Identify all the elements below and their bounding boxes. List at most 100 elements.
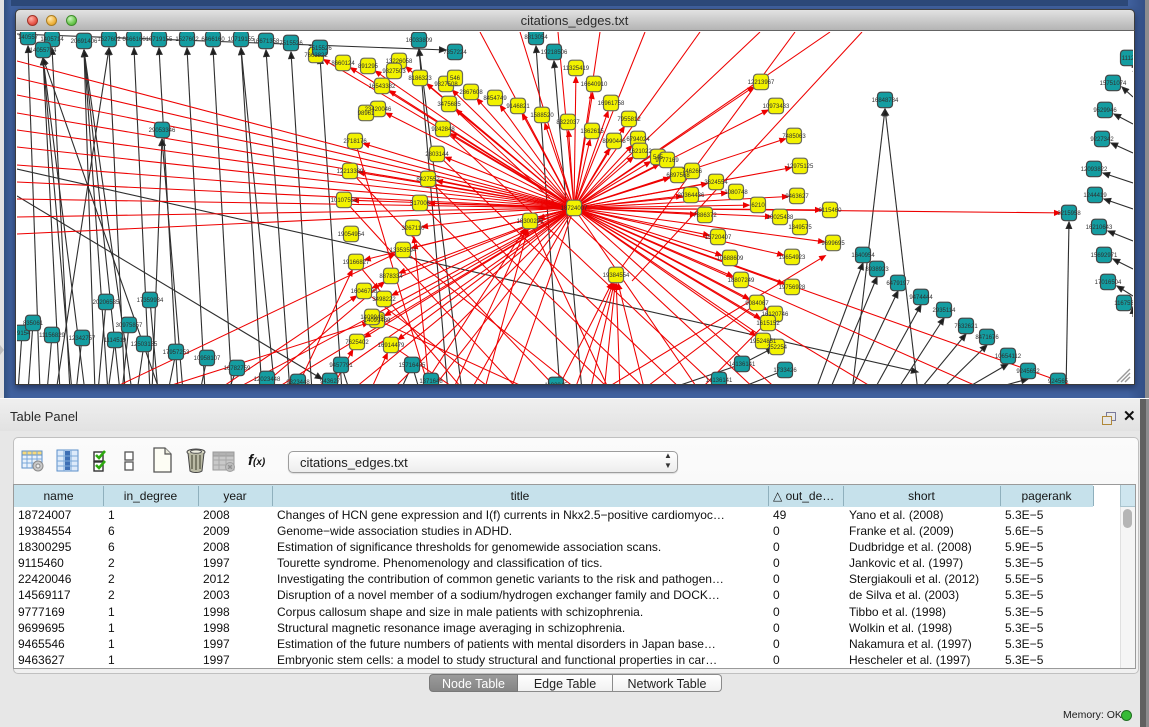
svg-text:14055714: 14055714 [30, 48, 57, 54]
svg-text:943627: 943627 [320, 379, 341, 384]
svg-text:8427552: 8427552 [416, 177, 440, 183]
svg-text:17957253: 17957253 [163, 350, 190, 356]
svg-text:1349575: 1349575 [788, 225, 812, 231]
svg-text:8878334: 8878334 [379, 274, 403, 280]
svg-text:19756928: 19756928 [779, 285, 806, 291]
svg-text:8186323: 8186323 [408, 76, 432, 82]
svg-text:1114519: 1114519 [104, 338, 127, 344]
svg-text:7625402: 7625402 [345, 340, 369, 346]
svg-text:16914479: 16914479 [378, 343, 405, 349]
svg-text:7632621: 7632621 [954, 324, 978, 330]
svg-text:7485063: 7485063 [782, 134, 806, 140]
svg-text:1193845: 1193845 [545, 383, 569, 384]
svg-text:9327503: 9327503 [382, 69, 406, 75]
svg-text:7515526: 7515526 [279, 41, 303, 47]
svg-text:20691406: 20691406 [71, 39, 98, 45]
svg-text:9463627: 9463627 [785, 194, 809, 200]
svg-text:18807249: 18807249 [728, 278, 755, 284]
svg-text:9529946: 9529946 [1093, 108, 1117, 114]
svg-text:30975857: 30975857 [116, 323, 143, 329]
svg-text:140557: 140557 [18, 35, 39, 41]
svg-text:1527602: 1527602 [175, 37, 199, 43]
svg-text:9084067: 9084067 [745, 301, 769, 307]
svg-text:8454749: 8454749 [483, 96, 507, 102]
svg-text:39154: 39154 [17, 331, 31, 337]
svg-text:9699695: 9699695 [821, 241, 845, 247]
svg-text:10973433: 10973433 [763, 104, 790, 110]
svg-text:9146821: 9146821 [506, 104, 530, 110]
svg-text:10107553: 10107553 [331, 198, 358, 204]
svg-text:16961758: 16961758 [598, 101, 625, 107]
svg-text:9474444: 9474444 [909, 295, 933, 301]
svg-text:7886372: 7886372 [693, 213, 717, 219]
svg-text:12975125: 12975125 [787, 164, 814, 170]
svg-text:8990448: 8990448 [602, 139, 626, 145]
svg-text:6479197: 6479197 [886, 281, 910, 287]
svg-text:546: 546 [450, 76, 461, 82]
svg-text:10719155: 10719155 [146, 37, 173, 43]
svg-text:924565: 924565 [1048, 379, 1069, 384]
svg-text:1080748: 1080748 [724, 190, 748, 196]
svg-text:6466160: 6466160 [122, 37, 146, 43]
svg-text:8322037: 8322037 [556, 120, 580, 126]
svg-text:7357224: 7357224 [443, 50, 467, 56]
svg-text:19654923: 19654923 [779, 255, 806, 261]
svg-text:746266: 746266 [682, 169, 703, 175]
svg-text:9327508: 9327508 [434, 82, 458, 88]
svg-text:1621022: 1621022 [628, 149, 652, 155]
svg-text:3498222: 3498222 [372, 297, 396, 303]
svg-text:891295: 891295 [358, 64, 379, 70]
svg-text:7515526: 7515526 [308, 46, 332, 52]
svg-text:6794024: 6794024 [626, 137, 650, 143]
svg-text:2718176: 2718176 [343, 139, 367, 145]
svg-text:317006: 317006 [410, 201, 431, 207]
svg-text:9245652: 9245652 [1016, 369, 1040, 375]
svg-text:3267110: 3267110 [402, 226, 426, 232]
svg-text:12023448: 12023448 [254, 377, 281, 383]
svg-text:6210: 6210 [751, 203, 765, 209]
svg-text:3624554: 3624554 [704, 180, 728, 186]
svg-text:16671358: 16671358 [253, 39, 280, 45]
svg-text:1362615: 1362615 [580, 129, 604, 135]
svg-text:252254: 252254 [767, 345, 788, 351]
svg-text:13226058: 13226058 [386, 59, 413, 65]
svg-text:1405714: 1405714 [40, 37, 64, 43]
svg-text:2935114: 2935114 [933, 308, 957, 314]
svg-text:10688609: 10688609 [717, 256, 744, 262]
svg-text:1244419: 1244419 [1083, 193, 1107, 199]
svg-text:16782759: 16782759 [224, 366, 251, 372]
svg-text:1527602: 1527602 [97, 37, 121, 43]
svg-text:7663822: 7663822 [304, 53, 328, 59]
svg-text:16848784: 16848784 [872, 98, 899, 104]
svg-text:10958107: 10958107 [194, 356, 221, 362]
svg-text:116753: 116753 [1114, 301, 1133, 307]
svg-text:1733426: 1733426 [773, 368, 797, 374]
svg-text:1409948: 1409948 [360, 315, 384, 321]
svg-text:9777169: 9777169 [655, 158, 679, 164]
svg-text:3475685: 3475685 [437, 102, 461, 108]
svg-text:19384554: 19384554 [603, 273, 630, 279]
svg-text:6466160: 6466160 [201, 37, 225, 43]
svg-text:835061: 835061 [23, 321, 44, 327]
svg-text:10654112: 10654112 [995, 354, 1022, 360]
svg-text:16543382: 16543382 [369, 84, 396, 90]
svg-text:10025438: 10025438 [767, 215, 794, 221]
svg-text:10719155: 10719155 [228, 37, 255, 43]
svg-text:3215958: 3215958 [1057, 211, 1081, 217]
svg-text:12213389: 12213389 [337, 169, 364, 175]
svg-text:20206535: 20206535 [93, 300, 120, 306]
svg-text:20364436: 20364436 [678, 193, 705, 199]
svg-text:19054954: 19054954 [338, 232, 365, 238]
svg-text:98961: 98961 [358, 111, 375, 117]
svg-text:12342757: 12342757 [69, 336, 96, 342]
svg-text:8471676: 8471676 [975, 335, 999, 341]
svg-text:15692971: 15692971 [1091, 253, 1118, 259]
svg-text:8660124: 8660124 [331, 61, 355, 67]
svg-text:19218506: 19218506 [541, 50, 568, 56]
svg-text:7955812: 7955812 [617, 117, 641, 123]
svg-text:2867608: 2867608 [459, 90, 483, 96]
svg-text:9457791: 9457791 [329, 363, 353, 369]
svg-text:1640954: 1640954 [851, 253, 875, 259]
svg-text:16033809: 16033809 [406, 38, 433, 44]
svg-text:12093822: 12093822 [1081, 167, 1108, 173]
